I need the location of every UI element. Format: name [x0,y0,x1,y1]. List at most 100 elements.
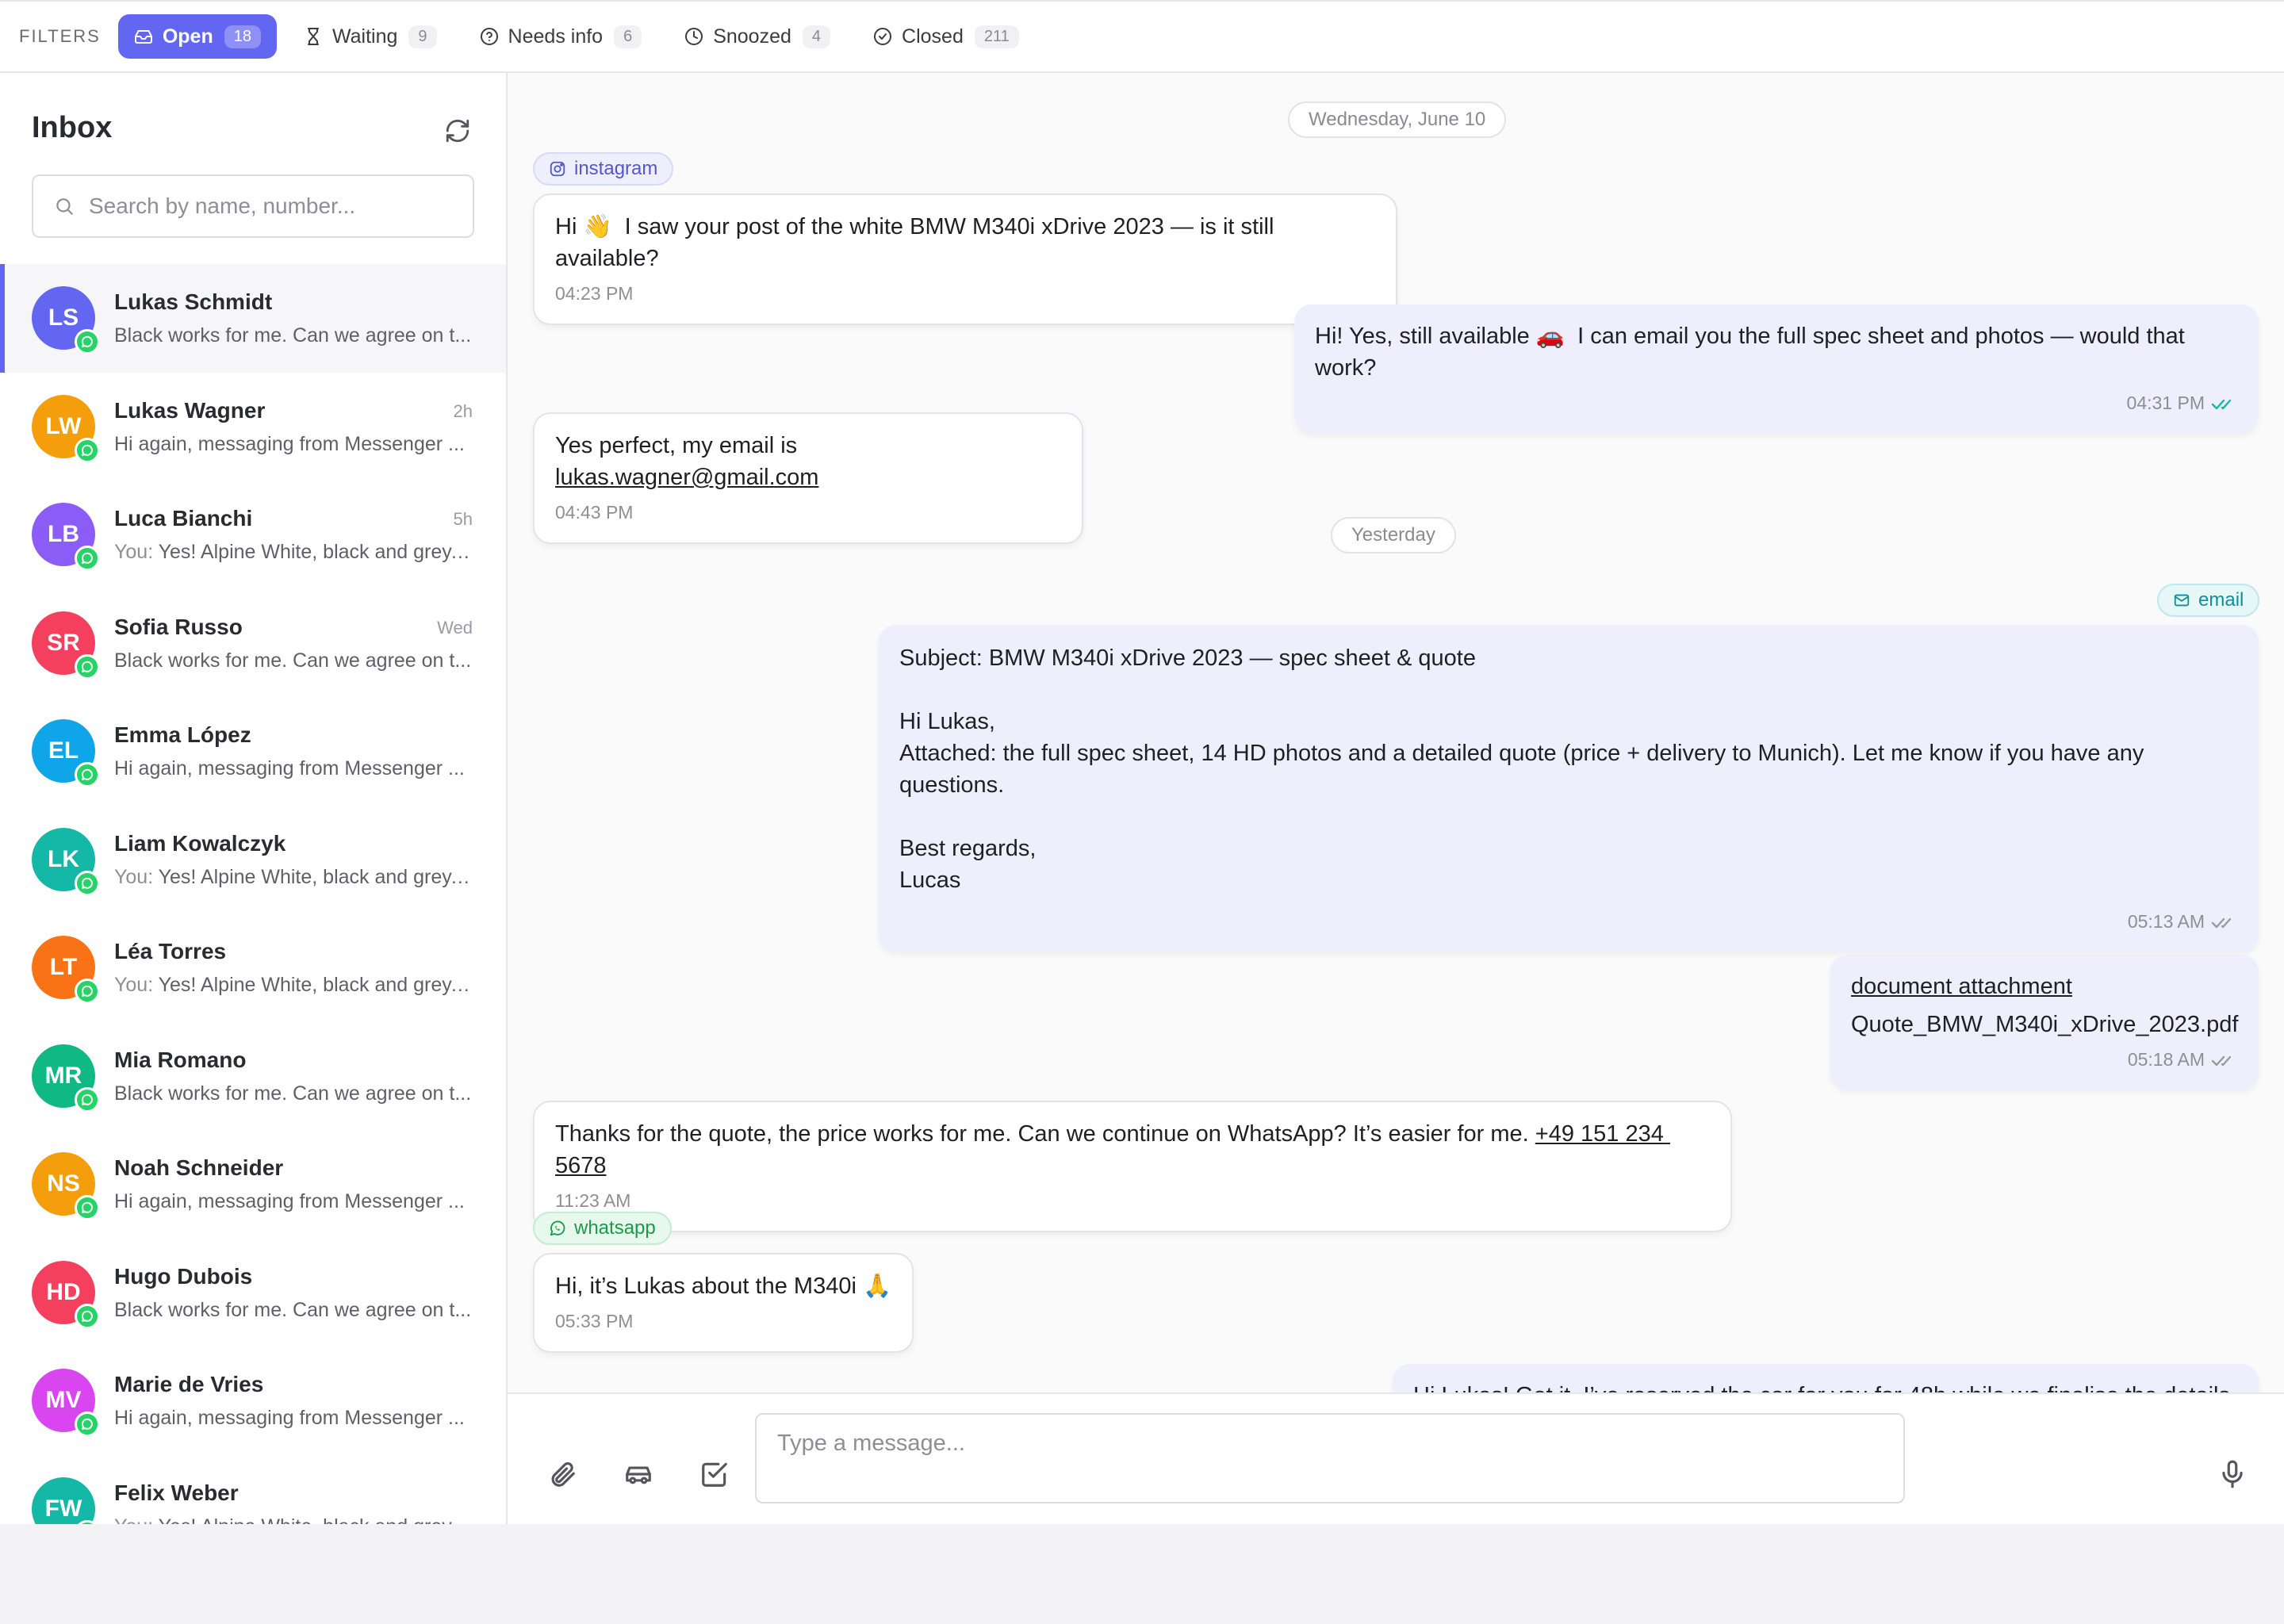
whatsapp-badge-icon [75,870,100,896]
attachment-link-row: document attachment [1851,971,2240,1002]
microphone-icon[interactable] [2217,1459,2248,1489]
email-link[interactable]: lukas.wagner@gmail.com [555,465,818,490]
whatsapp-badge-icon [75,1195,100,1220]
preview-text: Black works for me. Can we agree on t... [114,1082,472,1105]
chat-thread: Wednesday, June 10 instagram Hi 👋 I saw … [508,73,2284,1392]
message-text: Yes perfect, my email is lukas.wagner@gm… [555,430,1063,493]
search-icon [56,198,73,215]
message-text: Hi 👋 I saw your post of the white BMW M3… [555,214,1281,271]
filter-closed-label: Closed [902,25,964,48]
whatsapp-badge-icon [75,437,100,463]
inbox-title: Inbox [32,111,113,144]
message-text-part: Thanks for the quote, the price works fo… [555,1121,1535,1147]
preview-sender: You: [114,541,159,563]
email-signoff: Best regards, [899,836,1037,861]
conversation-item[interactable]: SR Sofia Russo Wed Black works for me. Can … [0,589,506,698]
message-time: 05:13 AM [899,906,2240,937]
conversation-item[interactable]: LK Liam Kowalczyk You: Yes! Alpine White, … [0,806,506,914]
whatsapp-badge-icon [75,653,100,680]
whatsapp-badge-icon [75,1086,100,1113]
hourglass-icon [307,28,319,45]
whatsapp-badge-icon [75,1411,100,1437]
conversation-name: Luca Bianchi [114,506,253,530]
filter-needs-info-count: 6 [614,25,642,48]
conversation-sidebar: Inbox LSLukas SchmidtBlack works for me.… [0,73,508,1524]
checkbox-task-icon[interactable] [699,1459,730,1489]
preview-sender: You: [114,865,159,888]
message-time-value: 05:13 AM [2127,911,2205,932]
filter-open[interactable]: Open 18 [117,14,277,59]
paperclip-icon[interactable] [547,1459,577,1489]
question-circle-icon [480,28,498,45]
message-time: 05:33 PM [555,1311,634,1331]
preview-text: Yes! Alpine White, black and grey. ... [158,865,473,888]
preview-text: Hi again, messaging from Messenger ... [114,757,465,779]
preview-text: Hi again, messaging from Messenger ... [114,1407,465,1429]
instagram-icon [550,161,565,177]
search-input[interactable] [89,193,454,219]
filter-needs-info[interactable]: Needs info 6 [464,14,658,59]
whatsapp-badge-icon [75,979,100,1004]
message-outgoing-email: Subject: BMW M340i xDrive 2023 — spec sh… [879,625,2259,952]
message-text: Hi! Yes, still available 🚗 I can email y… [1315,324,2191,381]
conversation-item[interactable]: LS Lukas Schmidt Black works for me. Can w… [0,264,506,373]
email-body: Attached: the full spec sheet, 14 HD pho… [899,741,2144,798]
conversation-time: 2h [453,400,473,421]
message-composer [508,1392,2284,1524]
message-time: 11:23 AM [555,1190,631,1211]
conversation-name: Sofia Russo [114,614,243,639]
delivered-ticks-icon [2211,1055,2232,1067]
filter-waiting[interactable]: Waiting 9 [288,14,453,59]
conversation-list: LS Lukas Schmidt Black works for me. Can w… [0,264,506,1524]
app-window: FILTERS Open 18 Waiting 9 Needs info 6 S… [0,0,2284,1524]
conversation-preview: Hi again, messaging from Messenger ... [114,757,473,780]
conversation-item[interactable]: NS Noah Schneider Hi again, messaging from… [0,1130,506,1239]
preview-text: Black works for me. Can we agree on t... [114,649,472,672]
channel-tag-label: instagram [574,158,658,179]
preview-text: Hi again, messaging from Messenger ... [114,432,465,455]
filter-snoozed[interactable]: Snoozed 4 [669,14,846,59]
filter-closed[interactable]: Closed 211 [857,14,1035,59]
read-ticks-icon [2211,399,2232,410]
conversation-item[interactable]: LB Luca Bianchi 5h You: Yes! Alpine White, … [0,481,506,589]
conversation-item[interactable]: LT Léa Torres You: Yes! Alpine White, blac… [0,914,506,1022]
avatar: FW [32,1477,95,1524]
preview-text: Yes! Alpine White, black and grey. ... [159,1515,473,1525]
preview-sender: You: [114,1515,159,1525]
conversation-name: Hugo Dubois [114,1263,253,1289]
car-icon[interactable] [623,1459,653,1489]
conversation-item[interactable]: LW Lukas Wagner 2h Hi again, messaging from… [0,373,506,481]
message-time: 05:18 AM [1851,1044,2240,1075]
conversation-item[interactable]: EL Emma López Hi again, messaging from Mes… [0,697,506,806]
conversation-preview: You: Yes! Alpine White, black and grey. … [114,866,473,889]
message-time-value: 04:31 PM [2126,393,2205,413]
filter-bar: FILTERS Open 18 Waiting 9 Needs info 6 S… [0,0,2284,73]
filters-label: FILTERS [19,26,101,46]
whatsapp-badge-icon [75,546,100,571]
attachment-link[interactable]: document attachment [1851,974,2072,999]
preview-text: Yes! Alpine White, black and grey. ... [158,541,473,563]
filter-waiting-label: Waiting [331,25,398,48]
filter-needs-info-label: Needs info [508,25,604,48]
conversation-preview: Black works for me. Can we agree on t... [114,324,473,347]
inbox-icon [134,30,152,44]
email-subject: Subject: BMW M340i xDrive 2023 — spec sh… [899,645,1476,671]
filter-snoozed-count: 4 [802,25,831,48]
channel-tag-label: email [2198,589,2244,611]
refresh-icon[interactable] [444,117,471,144]
date-separator: Wednesday, June 10 [1288,102,1507,138]
message-outgoing-attachment: document attachment Quote_BMW_M340i_xDri… [1830,955,2259,1090]
filter-waiting-count: 9 [408,25,437,48]
message-incoming: Thanks for the quote, the price works fo… [533,1101,1732,1232]
preview-text: Black works for me. Can we agree on t... [114,324,472,347]
message-text: Hi, it’s Lukas about the M340i 🙏 [555,1274,892,1299]
clock-icon [685,28,703,45]
conversation-item[interactable]: MR Mia Romano Black works for me. Can we a… [0,1022,506,1131]
conversation-time: Wed [437,617,473,638]
preview-text: Black works for me. Can we agree on t... [114,1298,472,1321]
message-input[interactable] [755,1413,1905,1503]
conversation-name: Emma López [114,722,251,747]
conversation-item[interactable]: FW Felix Weber You: Yes! Alpine White, bla… [0,1455,506,1525]
conversation-item[interactable]: HD Hugo Dubois Black works for me. Can we … [0,1239,506,1347]
conversation-item[interactable]: MV Marie de Vries Hi again, messaging from… [0,1346,506,1455]
